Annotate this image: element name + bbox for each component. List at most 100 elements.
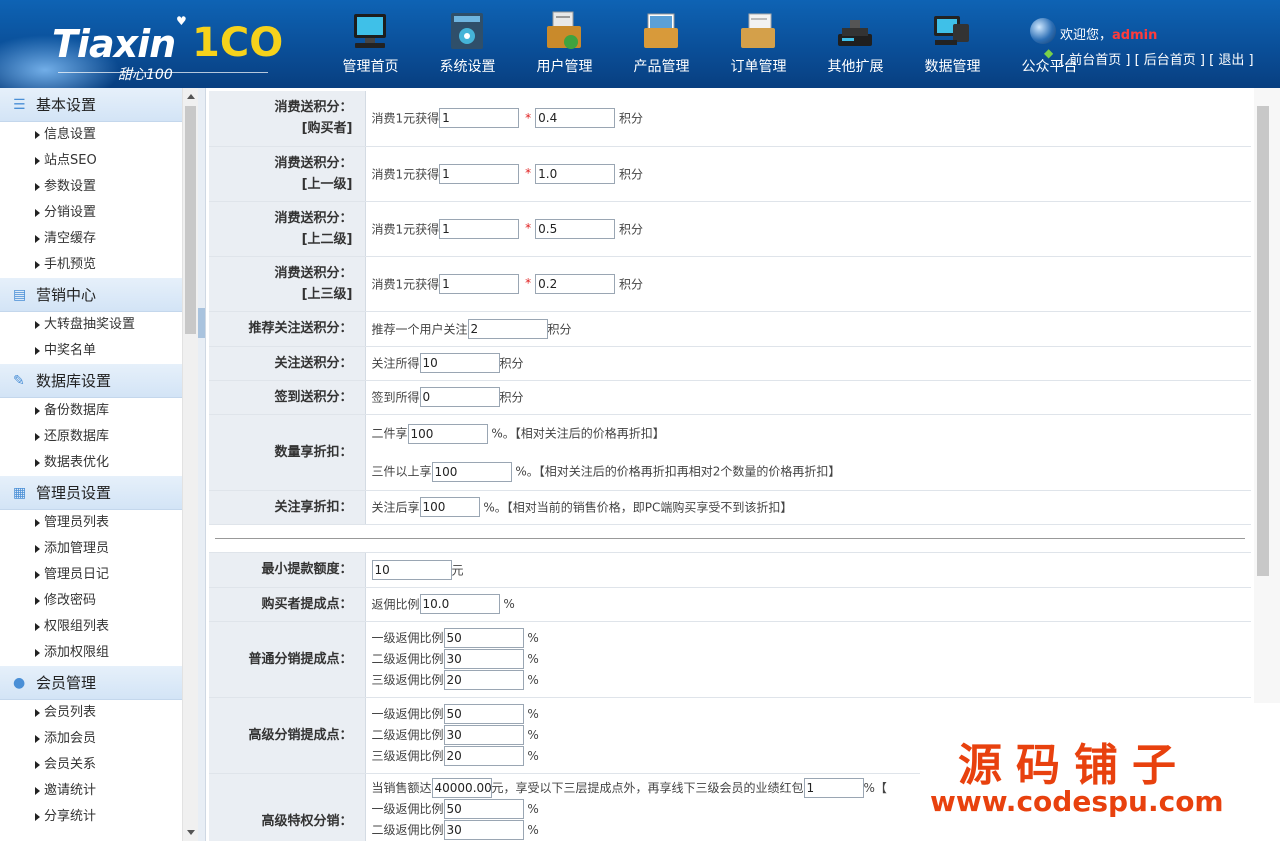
sales-threshold-input[interactable]: 40000.00 bbox=[431, 778, 492, 798]
form-row: 购买者提成点： 返佣比例 10.0 % bbox=[209, 587, 1251, 622]
field-value: 消费1元获得 1 * 1.0 积分 bbox=[365, 146, 1251, 202]
sidebar-item[interactable]: 添加会员 bbox=[0, 726, 182, 752]
logo-word: Tiaxin bbox=[52, 22, 176, 66]
sidebar-item[interactable]: 添加管理员 bbox=[0, 536, 182, 562]
sidebar-item[interactable]: 分享统计 bbox=[0, 804, 182, 830]
sidebar-item[interactable]: 还原数据库 bbox=[0, 424, 182, 450]
consume-l2-rate-input[interactable]: 0.5 bbox=[535, 218, 616, 239]
nav-product-management[interactable]: 产品管理 bbox=[613, 0, 710, 88]
sidebar-head-members[interactable]: ● 会员管理 bbox=[0, 666, 182, 700]
field-value: 消费1元获得 1 * 0.4 积分 bbox=[365, 91, 1251, 147]
consume-buyer-rate-input[interactable]: 0.4 bbox=[535, 108, 616, 129]
sidebar-item[interactable]: 管理员列表 bbox=[0, 510, 182, 536]
nav-label: 产品管理 bbox=[633, 59, 690, 75]
nav-other-extensions[interactable]: 其他扩展 bbox=[807, 0, 904, 88]
sidebar-item[interactable]: 会员关系 bbox=[0, 752, 182, 778]
form-row: 消费送积分： [上二级] 消费1元获得 1 * 0.5 积分 bbox=[209, 201, 1251, 257]
follow-points-input[interactable]: 10 bbox=[419, 353, 500, 373]
nav-label: 用户管理 bbox=[536, 59, 593, 75]
logo-number: 1CO bbox=[192, 20, 284, 66]
senior-l2-rate-input[interactable]: 30 bbox=[443, 725, 524, 745]
nav-label: 订单管理 bbox=[730, 59, 787, 75]
special-l2-rate-input[interactable]: 30 bbox=[443, 820, 524, 840]
buyer-commission-input[interactable]: 10.0 bbox=[419, 594, 500, 614]
field-value: 签到所得 0 积分 bbox=[365, 380, 1251, 415]
sidebar-item[interactable]: 参数设置 bbox=[0, 174, 182, 200]
sidebar-head-basic[interactable]: ☰ 基本设置 bbox=[0, 88, 182, 122]
sidebar-item[interactable]: 站点SEO bbox=[0, 148, 182, 174]
sidebar-item[interactable]: 信息设置 bbox=[0, 122, 182, 148]
logo-subtitle: 甜心100 bbox=[118, 67, 173, 83]
normal-l3-rate-input[interactable]: 20 bbox=[443, 670, 524, 690]
nav-label: 数据管理 bbox=[924, 59, 981, 75]
sidebar-group-basic: ☰ 基本设置 信息设置 站点SEO 参数设置 分销设置 清空缓存 手机预览 bbox=[0, 88, 182, 278]
form-row: 消费送积分： [上一级] 消费1元获得 1 * 1.0 积分 bbox=[209, 146, 1251, 202]
sidebar-item[interactable]: 会员列表 bbox=[0, 700, 182, 726]
scroll-down-icon[interactable] bbox=[187, 830, 195, 835]
recommend-points-input[interactable]: 2 bbox=[467, 318, 548, 339]
three-items-discount-input[interactable]: 100 bbox=[431, 461, 512, 482]
field-value: 一级返佣比例 50 % 二级返佣比例 30 % 三级返佣比例 20 % bbox=[365, 621, 1251, 698]
form-row: 关注享折扣： 关注后享 100 %。【相对当前的销售价格，即PC端购买享受不到该折… bbox=[209, 490, 1251, 525]
monitor-icon bbox=[354, 14, 386, 48]
form-row: 消费送积分： [购买者] 消费1元获得 1 * 0.4 积分 bbox=[209, 91, 1251, 147]
consume-l3-rate-input[interactable]: 0.2 bbox=[535, 273, 616, 294]
product-folder-icon bbox=[644, 13, 678, 48]
sidebar-head-database[interactable]: ✎ 数据库设置 bbox=[0, 364, 182, 398]
nav-label: 管理首页 bbox=[342, 59, 399, 75]
settings-cabinet-icon bbox=[451, 13, 483, 49]
bonus-rate-input[interactable]: 1 bbox=[803, 778, 864, 798]
sidebar-item[interactable]: 大转盘抽奖设置 bbox=[0, 312, 182, 338]
logo[interactable]: Tiaxin ♥ 1CO 甜心100 bbox=[0, 0, 300, 88]
nav-system-settings[interactable]: 系统设置 bbox=[419, 0, 516, 88]
min-withdraw-input[interactable]: 10 bbox=[371, 559, 452, 580]
sidebar-item[interactable]: 分销设置 bbox=[0, 200, 182, 226]
sidebar-scroll-thumb[interactable] bbox=[185, 106, 196, 334]
sidebar-item[interactable]: 手机预览 bbox=[0, 252, 182, 278]
consume-l2-base-input[interactable]: 1 bbox=[439, 218, 520, 239]
message-icon: ▤ bbox=[13, 287, 27, 303]
separator-line bbox=[215, 537, 1245, 539]
user-box: 欢迎您，admin ◆ [ 前台首页 ] [ 后台首页 ] [ 退出 ] bbox=[1030, 16, 1270, 76]
collapse-handle[interactable] bbox=[198, 308, 205, 338]
field-label: 推荐关注送积分： bbox=[209, 311, 366, 347]
consume-l1-rate-input[interactable]: 1.0 bbox=[535, 163, 616, 184]
consume-l1-base-input[interactable]: 1 bbox=[439, 163, 520, 184]
special-l1-rate-input[interactable]: 50 bbox=[443, 799, 524, 819]
pin-icon: ◆ bbox=[1044, 46, 1054, 60]
nav-user-management[interactable]: 用户管理 bbox=[516, 0, 613, 88]
sidebar-item[interactable]: 数据表优化 bbox=[0, 450, 182, 476]
nav-home[interactable]: 管理首页 bbox=[322, 0, 419, 88]
data-monitor-icon bbox=[934, 16, 969, 45]
panel-splitter[interactable] bbox=[198, 88, 206, 841]
nav-data-management[interactable]: 数据管理 bbox=[904, 0, 1001, 88]
nav-order-management[interactable]: 订单管理 bbox=[710, 0, 807, 88]
sidebar-item[interactable]: 清空缓存 bbox=[0, 226, 182, 252]
front-home-link[interactable]: [ 前台首页 ] bbox=[1060, 53, 1130, 68]
signin-points-input[interactable]: 0 bbox=[419, 387, 500, 407]
form-row: 普通分销提成点： 一级返佣比例 50 % 二级返佣比例 30 % 三级返佣比例 20 … bbox=[209, 621, 1251, 698]
user-folder-icon bbox=[547, 11, 581, 49]
normal-l2-rate-input[interactable]: 30 bbox=[443, 649, 524, 669]
back-home-link[interactable]: [ 后台首页 ] bbox=[1135, 53, 1205, 68]
consume-buyer-base-input[interactable]: 1 bbox=[439, 108, 520, 129]
sidebar-head-marketing[interactable]: ▤ 营销中心 bbox=[0, 278, 182, 312]
two-items-discount-input[interactable]: 100 bbox=[407, 423, 488, 444]
sidebar-head-admin[interactable]: ▦ 管理员设置 bbox=[0, 476, 182, 510]
consume-l3-base-input[interactable]: 1 bbox=[439, 273, 520, 294]
sidebar-item[interactable]: 管理员日记 bbox=[0, 562, 182, 588]
main-scroll-thumb[interactable] bbox=[1257, 106, 1269, 576]
sidebar-item[interactable]: 中奖名单 bbox=[0, 338, 182, 364]
sidebar-item[interactable]: 邀请统计 bbox=[0, 778, 182, 804]
senior-l1-rate-input[interactable]: 50 bbox=[443, 704, 524, 724]
sidebar-item[interactable]: 修改密码 bbox=[0, 588, 182, 614]
sidebar-scrollbar[interactable] bbox=[182, 88, 198, 841]
sidebar-item[interactable]: 备份数据库 bbox=[0, 398, 182, 424]
normal-l1-rate-input[interactable]: 50 bbox=[443, 628, 524, 648]
senior-l3-rate-input[interactable]: 20 bbox=[443, 746, 524, 766]
sidebar-item[interactable]: 权限组列表 bbox=[0, 614, 182, 640]
sidebar-item[interactable]: 添加权限组 bbox=[0, 640, 182, 666]
follow-discount-input[interactable]: 100 bbox=[419, 497, 480, 517]
logout-link[interactable]: [ 退出 ] bbox=[1209, 53, 1253, 68]
scroll-up-icon[interactable] bbox=[187, 94, 195, 99]
